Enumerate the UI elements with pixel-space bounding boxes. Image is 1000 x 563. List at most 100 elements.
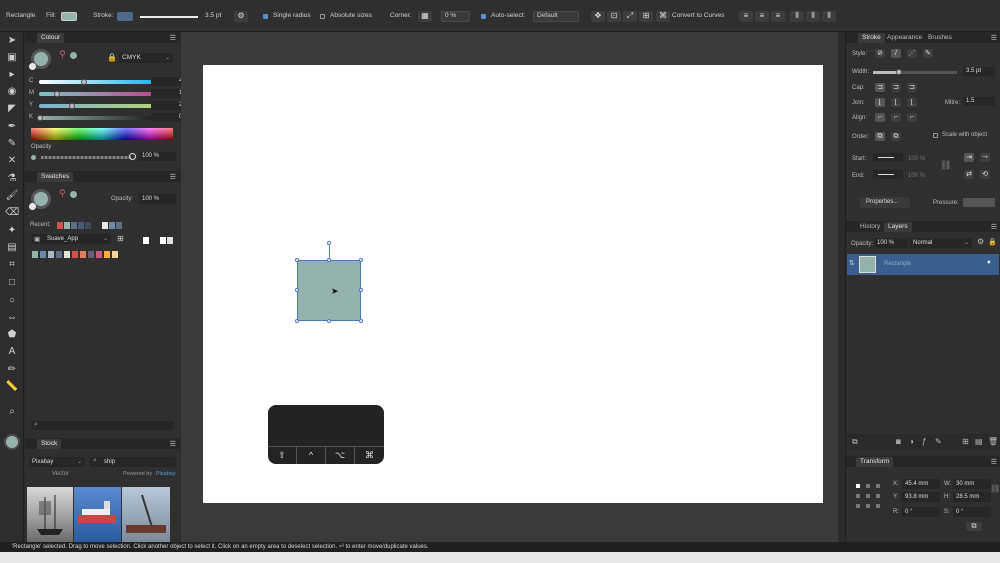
miter-join-icon[interactable]: ⌊	[875, 98, 885, 107]
stroke-colour-circle[interactable]	[70, 52, 77, 59]
start-scale-value[interactable]: 100 %	[908, 156, 925, 162]
stock-search-input[interactable]: ⌕ ship	[90, 457, 176, 467]
convert-to-curves-button[interactable]: Convert to Curves	[672, 12, 724, 19]
rectangle-tool-icon[interactable]: □	[5, 276, 19, 289]
arrow-align-end-icon[interactable]: ⇥	[964, 153, 974, 162]
eyedropper-icon[interactable]: ✏	[5, 363, 19, 376]
swatches-opacity-field[interactable]: 100 %	[139, 194, 176, 204]
ellipse-tool-icon[interactable]: ○	[5, 294, 19, 307]
shape-tool-icon[interactable]: ⬟	[5, 328, 19, 341]
add-layer-icon[interactable]: ⊞	[962, 437, 969, 446]
provider-link[interactable]: Pixabay	[156, 471, 176, 477]
stroke-width-slider[interactable]	[140, 16, 198, 18]
stock-image-thumbnail[interactable]	[74, 487, 121, 542]
layers-tab[interactable]: Layers	[884, 222, 912, 232]
layers-menu-icon[interactable]: ☰	[991, 223, 997, 231]
corner-type-icon[interactable]: ▦	[418, 11, 432, 22]
stroke-tab[interactable]: Stroke	[858, 33, 885, 43]
align-left-icon[interactable]: ≡	[739, 11, 753, 22]
option-key[interactable]: ⌥	[326, 447, 355, 464]
stock-tab[interactable]: Stock	[37, 439, 62, 449]
recent-swatch[interactable]	[109, 222, 115, 229]
k-slider[interactable]	[39, 116, 167, 120]
palette-swatch[interactable]	[48, 251, 54, 258]
paint-brush-icon[interactable]: 🖌	[5, 189, 19, 202]
recent-swatch[interactable]	[102, 222, 108, 229]
distribute-left-icon[interactable]: ⫴	[790, 11, 804, 22]
grid-icon[interactable]: ⊞	[639, 11, 653, 22]
bevel-join-icon[interactable]: ⌊	[907, 98, 917, 107]
pressure-graph[interactable]	[963, 198, 995, 207]
move-tool-icon[interactable]: ➤	[5, 34, 19, 47]
round-cap-icon[interactable]: ⊐	[891, 83, 901, 92]
resize-icon[interactable]: ⤢	[623, 11, 637, 22]
c-slider[interactable]	[39, 80, 167, 84]
palette-swatch[interactable]	[56, 251, 62, 258]
stroke-width-value[interactable]: 3.5 pt	[205, 12, 221, 19]
control-key[interactable]: ^	[297, 447, 326, 464]
color-picker-icon[interactable]: ✦	[5, 224, 19, 237]
layer-opacity-field[interactable]: 100 %	[874, 238, 908, 248]
opacity-slider[interactable]	[41, 156, 131, 159]
arrow-align-tip-icon[interactable]: ⇾	[980, 153, 990, 162]
layer-name[interactable]: Rectangle	[884, 261, 911, 267]
palette-grid-icon[interactable]: ⊞	[117, 234, 124, 243]
swatches-no-fill-icon[interactable]	[29, 203, 36, 210]
resize-handle[interactable]	[359, 319, 363, 323]
stroke-swatch[interactable]	[117, 12, 133, 21]
palette-dropdown[interactable]: ▣ Suave_App ⌄	[31, 234, 111, 244]
palette-white-swatch[interactable]	[143, 237, 149, 244]
absolute-sizes-checkbox[interactable]	[320, 14, 325, 19]
arrow-tool-icon[interactable]: ⇔	[5, 311, 19, 324]
layer-options-icon[interactable]: ⧉	[852, 437, 858, 447]
texture-line-icon[interactable]: ✎	[923, 49, 933, 58]
fill-tool-icon[interactable]: ⚗	[5, 172, 19, 185]
blend-mode-dropdown[interactable]: Normal ⌄	[910, 238, 972, 248]
adjustment-icon[interactable]: ◑	[909, 437, 914, 446]
vector-tab[interactable]: Vector	[52, 471, 69, 477]
history-tab[interactable]: History	[860, 223, 880, 230]
erase-brush-icon[interactable]: ⌫	[5, 206, 19, 219]
recent-swatch[interactable]	[85, 222, 91, 229]
artboard-tool-icon[interactable]: ▣	[5, 51, 19, 64]
stock-menu-icon[interactable]: ☰	[170, 440, 176, 448]
recent-swatch[interactable]	[78, 222, 84, 229]
y-slider[interactable]	[39, 104, 167, 108]
end-arrow-dropdown[interactable]	[873, 170, 903, 179]
align-outside-stroke-icon[interactable]: ⌐	[907, 113, 917, 122]
fill-color-well[interactable]	[4, 434, 20, 450]
stock-image-thumbnail[interactable]	[27, 487, 73, 542]
align-center-stroke-icon[interactable]: ⌐	[875, 113, 885, 122]
recent-swatch[interactable]	[57, 222, 63, 229]
recent-swatch[interactable]	[116, 222, 122, 229]
palette-swatch[interactable]	[104, 251, 110, 258]
delete-layer-icon[interactable]: 🗑	[988, 437, 998, 446]
stock-image-thumbnail[interactable]	[122, 487, 170, 542]
swap-arrows-icon[interactable]: ⇄	[964, 170, 974, 179]
dash-line-icon[interactable]: ⋰	[907, 49, 917, 58]
align-center-icon[interactable]: ≡	[755, 11, 769, 22]
x-field[interactable]: 45.4 mm	[902, 479, 940, 489]
link-icon[interactable]: ⛓	[940, 160, 951, 171]
resize-handle[interactable]	[359, 288, 363, 292]
layer-expand-icon[interactable]: ⇅	[849, 259, 855, 267]
s-field[interactable]: 0 °	[953, 507, 991, 517]
palette-white-swatch[interactable]	[160, 237, 166, 244]
w-field[interactable]: 30 mm	[953, 479, 991, 489]
h-field[interactable]: 28.5 mm	[953, 492, 991, 502]
transform-icon[interactable]: ⊡	[607, 11, 621, 22]
aspect-lock-icon[interactable]: ⛓	[990, 484, 1000, 493]
resize-handle[interactable]	[327, 319, 331, 323]
colour-menu-icon[interactable]: ☰	[170, 34, 176, 42]
colour-tab[interactable]: Colour	[37, 33, 65, 43]
opacity-knob[interactable]	[129, 153, 136, 160]
shift-key[interactable]: ⇧	[268, 447, 297, 464]
end-scale-value[interactable]: 100 %	[908, 173, 925, 179]
command-key[interactable]: ⌘	[355, 447, 384, 464]
square-cap-icon[interactable]: ⊐	[907, 83, 917, 92]
resize-handle[interactable]	[295, 319, 299, 323]
colour-spectrum[interactable]	[31, 128, 173, 140]
stock-source-dropdown[interactable]: Pixabay ⌄	[29, 457, 85, 467]
brush-icon[interactable]: ✎	[935, 437, 942, 446]
stroke-behind-icon[interactable]: ⧉	[875, 132, 885, 141]
